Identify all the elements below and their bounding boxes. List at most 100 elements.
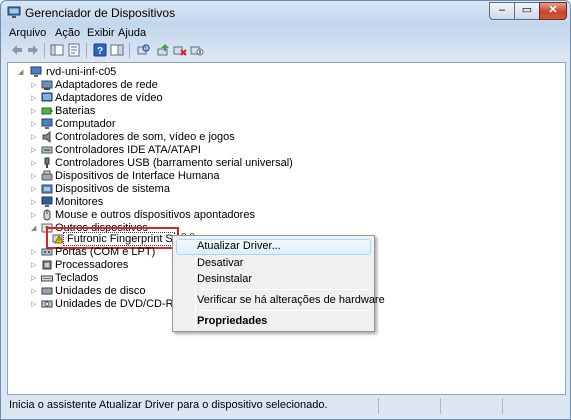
status-pane [502,398,564,414]
tree-item-label: Mouse e outros dispositivos apontadores [55,209,255,221]
expand-arrow-icon[interactable]: ▷ [31,120,39,129]
tree-item-label: Processadores [55,259,129,271]
tree-item-unidades-de-dvd[interactable]: ▷ Unidades de DVD/CD-ROM [31,298,191,311]
title-bar[interactable]: Gerenciador de Dispositivos – ▭ ✕ [1,1,570,25]
console-tree-icon[interactable] [50,43,64,57]
computer-name: rvd-uni-inf-c05 [46,66,117,78]
properties-sheet-icon[interactable] [67,43,81,57]
ide-controller-icon [41,146,53,154]
tree-item-label: Controladores de som, vídeo e jogos [55,131,235,143]
tree-item-label: Dispositivos de Interface Humana [55,170,220,182]
tree-item-adaptadores-de-video[interactable]: ▷ Adaptadores de vídeo [31,92,251,105]
uninstall-device-icon[interactable] [173,43,187,57]
menu-item-atualizar-driver[interactable]: Atualizar Driver... [197,240,281,252]
tree-item-dispositivos-de-sistema[interactable]: ▷ Dispositivos de sistema [31,183,251,196]
status-text: Inicia o assistente Atualizar Driver par… [9,399,328,411]
tree-item-dispositivos-hid[interactable]: ▷ Dispositivos de Interface Humana [31,170,291,183]
maximize-button[interactable]: ▭ [514,2,540,20]
expand-arrow-icon[interactable]: ▷ [31,274,39,283]
collapse-arrow-icon[interactable]: ◢ [31,224,39,233]
forward-arrow-icon[interactable] [26,43,40,57]
expand-arrow-icon[interactable]: ▷ [31,94,39,103]
device-tree-pane[interactable]: ◢ rvd-uni-inf-c05 ▷ Adaptadores de rede … [7,62,566,395]
update-driver-icon[interactable] [156,43,170,57]
menu-exibir[interactable]: Exibir [87,27,115,39]
expand-arrow-icon[interactable]: ▷ [31,261,39,270]
expand-arrow-icon[interactable]: ▷ [31,198,39,207]
system-device-icon [41,184,53,194]
tree-item-controladores-ide[interactable]: ▷ Controladores IDE ATA/ATAPI [31,144,291,157]
tree-item-computador[interactable]: ▷ Computador [31,118,251,131]
expand-arrow-icon[interactable]: ▷ [31,287,39,296]
tree-item-label: Monitores [55,196,104,208]
context-menu-separator [201,310,371,311]
window-title: Gerenciador de Dispositivos [25,6,176,20]
help-icon[interactable]: ? [93,43,107,57]
expand-arrow-icon[interactable]: ▷ [31,107,39,116]
tree-item-label: Adaptadores de rede [55,79,158,91]
tree-root[interactable]: ◢ rvd-uni-inf-c05 [18,66,218,79]
device-manager-icon [7,6,21,18]
tree-item-controladores-usb[interactable]: ▷ Controladores USB (barramento serial u… [31,157,311,170]
disable-device-icon[interactable] [190,43,204,57]
tree-item-monitores[interactable]: ▷ Monitores [31,196,251,209]
expand-arrow-icon[interactable]: ▷ [31,185,39,194]
monitor-icon [41,196,53,207]
menu-item-verificar-hardware[interactable]: Verificar se há alterações de hardware [197,294,385,306]
tree-item-teclados[interactable]: ▷ Teclados [31,272,171,285]
hid-icon [41,170,53,181]
status-bar: Inicia o assistente Atualizar Driver par… [7,397,566,415]
tree-item-baterias[interactable]: ▷ Baterias [31,105,251,118]
close-button[interactable]: ✕ [539,2,567,20]
tree-item-label: Controladores USB (barramento serial uni… [55,157,293,169]
device-manager-window: Gerenciador de Dispositivos – ▭ ✕ Arquiv… [0,0,571,420]
context-menu: Atualizar Driver... Desativar Desinstala… [172,235,385,332]
toolbar-separator [44,43,45,58]
disk-drive-icon [41,287,53,295]
tree-item-mouse[interactable]: ▷ Mouse e outros dispositivos apontadore… [31,209,311,222]
tree-item-processadores[interactable]: ▷ Processadores [31,259,171,272]
toolbar: ? [7,41,563,61]
expand-arrow-icon[interactable]: ▷ [31,146,39,155]
svg-text:!: ! [58,239,59,245]
battery-icon [41,107,53,115]
tree-item-unidades-de-disco[interactable]: ▷ Unidades de disco [31,285,171,298]
expand-arrow-icon[interactable]: ▷ [31,81,39,90]
menu-arquivo[interactable]: Arquivo [9,27,46,39]
menu-item-desativar[interactable]: Desativar [197,257,243,269]
menu-acao[interactable]: Ação [55,27,80,39]
collapse-arrow-icon[interactable]: ◢ [18,68,26,77]
speaker-icon [42,131,51,143]
tree-item-label: Portas (COM e LPT) [55,246,156,258]
expand-arrow-icon[interactable]: ▷ [31,211,39,220]
dvd-drive-icon [41,300,53,308]
action-pane-icon[interactable] [110,43,124,57]
computer-icon [41,118,53,129]
processor-icon [42,260,52,270]
menu-item-desinstalar[interactable]: Desinstalar [197,273,252,285]
expand-arrow-icon[interactable]: ▷ [31,159,39,168]
back-arrow-icon[interactable] [10,43,24,57]
svg-text:?: ? [97,46,103,57]
tree-item-controladores-de-som[interactable]: ▷ Controladores de som, vídeo e jogos [31,131,291,144]
minimize-button[interactable]: – [489,2,515,20]
tree-item-label: Adaptadores de vídeo [55,92,163,104]
menu-item-propriedades[interactable]: Propriedades [197,315,267,327]
tree-item-adaptadores-de-rede[interactable]: ▷ Adaptadores de rede [31,79,251,92]
status-pane [440,398,502,414]
tree-item-label: Baterias [55,105,96,117]
port-icon [41,248,53,256]
expand-arrow-icon[interactable]: ▷ [31,133,39,142]
scan-hardware-icon[interactable] [136,43,150,57]
expand-arrow-icon[interactable]: ▷ [31,300,39,309]
tree-item-portas[interactable]: ▷ Portas (COM e LPT) [31,246,171,259]
expand-arrow-icon[interactable]: ▷ [31,172,39,181]
tree-item-label: Unidades de DVD/CD-ROM [55,298,192,310]
tree-item-futronic-fingerprint-scanner[interactable]: Futronic Fingerprint Scanner [63,232,175,246]
menu-ajuda[interactable]: Ajuda [118,27,146,39]
tree-item-label: Unidades de disco [55,285,146,297]
tree-item-label: Teclados [55,272,99,284]
toolbar-separator [86,43,87,58]
expand-arrow-icon[interactable]: ▷ [31,248,39,257]
display-adapter-icon [41,92,53,102]
